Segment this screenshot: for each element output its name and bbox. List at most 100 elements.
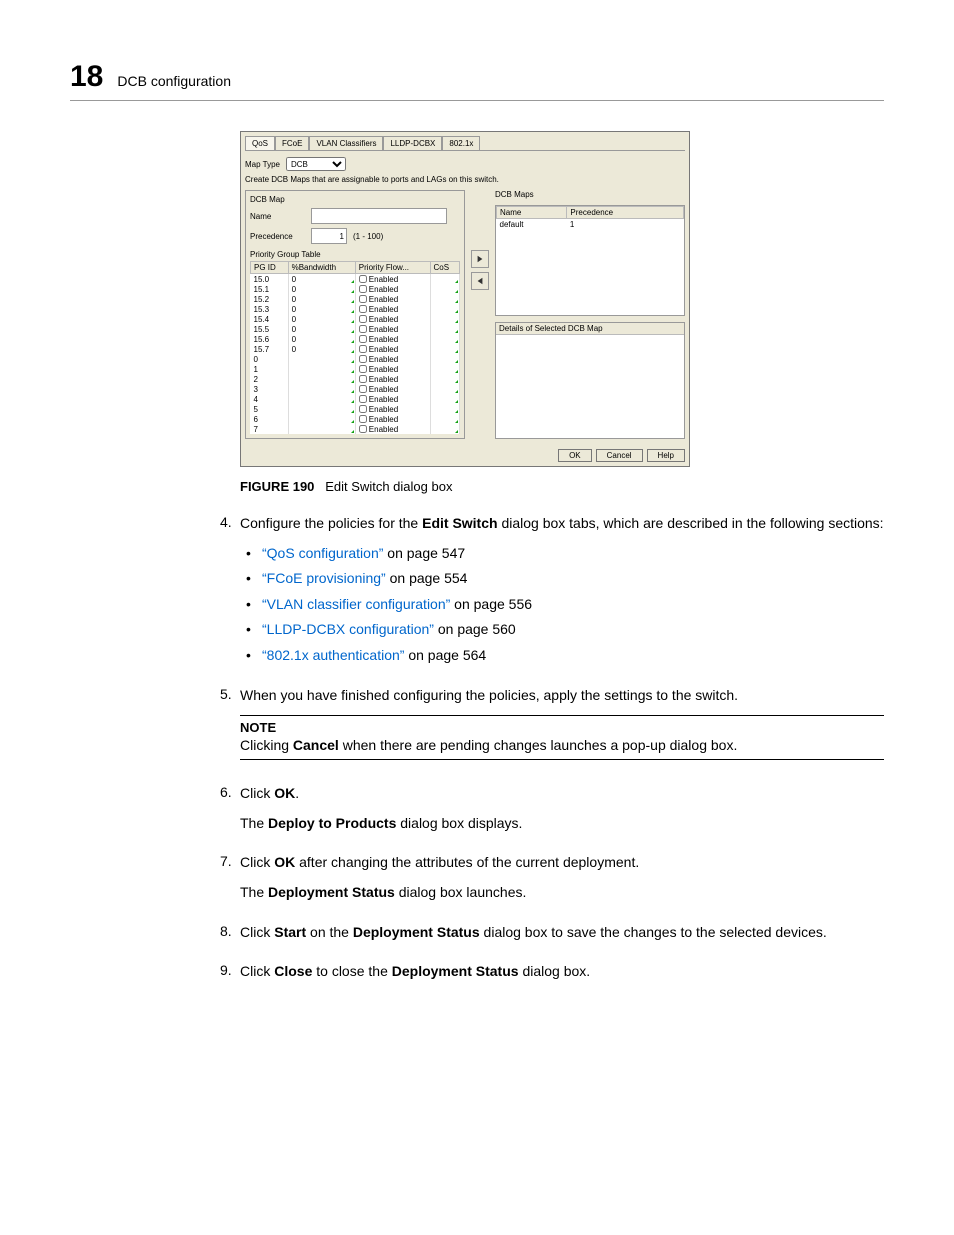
cell-priority-flow[interactable]: Enabled bbox=[355, 314, 430, 324]
cell-bandwidth[interactable] bbox=[288, 354, 355, 364]
ok-button[interactable]: OK bbox=[558, 449, 592, 462]
cell-bandwidth[interactable]: 0 bbox=[288, 294, 355, 304]
priority-flow-checkbox[interactable] bbox=[359, 385, 367, 393]
cross-reference-link[interactable]: “FCoE provisioning” bbox=[262, 570, 386, 586]
cell-cos[interactable] bbox=[430, 424, 459, 434]
precedence-input[interactable] bbox=[311, 228, 347, 244]
table-row[interactable]: 15.50Enabled bbox=[251, 324, 460, 334]
cell-cos[interactable] bbox=[430, 374, 459, 384]
priority-flow-checkbox[interactable] bbox=[359, 395, 367, 403]
cell-priority-flow[interactable]: Enabled bbox=[355, 324, 430, 334]
table-row[interactable]: 15.20Enabled bbox=[251, 294, 460, 304]
cell-bandwidth[interactable]: 0 bbox=[288, 324, 355, 334]
cancel-button[interactable]: Cancel bbox=[596, 449, 643, 462]
cell-priority-flow[interactable]: Enabled bbox=[355, 274, 430, 285]
cell-bandwidth[interactable] bbox=[288, 384, 355, 394]
priority-flow-checkbox[interactable] bbox=[359, 355, 367, 363]
cell-cos[interactable] bbox=[430, 354, 459, 364]
table-row[interactable]: 15.40Enabled bbox=[251, 314, 460, 324]
cell-cos[interactable] bbox=[430, 394, 459, 404]
cell-bandwidth[interactable]: 0 bbox=[288, 314, 355, 324]
table-row[interactable]: 2Enabled bbox=[251, 374, 460, 384]
table-row[interactable]: 7Enabled bbox=[251, 424, 460, 434]
cell-cos[interactable] bbox=[430, 324, 459, 334]
name-input[interactable] bbox=[311, 208, 447, 224]
cell-priority-flow[interactable]: Enabled bbox=[355, 394, 430, 404]
table-row[interactable]: 5Enabled bbox=[251, 404, 460, 414]
tab-qos[interactable]: QoS bbox=[245, 136, 275, 150]
cell-priority-flow[interactable]: Enabled bbox=[355, 334, 430, 344]
table-row[interactable]: 15.00Enabled bbox=[251, 274, 460, 285]
priority-flow-checkbox[interactable] bbox=[359, 365, 367, 373]
priority-flow-checkbox[interactable] bbox=[359, 405, 367, 413]
table-row[interactable]: 0Enabled bbox=[251, 354, 460, 364]
help-button[interactable]: Help bbox=[647, 449, 685, 462]
map-type-select[interactable]: DCB bbox=[286, 157, 346, 171]
col-priority-flow[interactable]: Priority Flow... bbox=[355, 262, 430, 274]
col-pgid[interactable]: PG ID bbox=[251, 262, 289, 274]
cell-bandwidth[interactable]: 0 bbox=[288, 304, 355, 314]
table-row[interactable]: 15.10Enabled bbox=[251, 284, 460, 294]
cell-priority-flow[interactable]: Enabled bbox=[355, 364, 430, 374]
priority-flow-checkbox[interactable] bbox=[359, 275, 367, 283]
cell-cos[interactable] bbox=[430, 274, 459, 285]
cell-priority-flow[interactable]: Enabled bbox=[355, 344, 430, 354]
priority-flow-checkbox[interactable] bbox=[359, 305, 367, 313]
priority-flow-checkbox[interactable] bbox=[359, 315, 367, 323]
tab-8021x[interactable]: 802.1x bbox=[442, 136, 480, 150]
cross-reference-link[interactable]: “LLDP-DCBX configuration” bbox=[262, 621, 434, 637]
cell-cos[interactable] bbox=[430, 314, 459, 324]
table-row[interactable]: default 1 bbox=[497, 219, 684, 230]
cell-cos[interactable] bbox=[430, 334, 459, 344]
cross-reference-link[interactable]: “QoS configuration” bbox=[262, 545, 383, 561]
table-row[interactable]: 15.60Enabled bbox=[251, 334, 460, 344]
move-right-button[interactable] bbox=[471, 250, 489, 268]
maps-col-precedence[interactable]: Precedence bbox=[567, 207, 684, 219]
cell-bandwidth[interactable]: 0 bbox=[288, 284, 355, 294]
cell-bandwidth[interactable] bbox=[288, 404, 355, 414]
cell-priority-flow[interactable]: Enabled bbox=[355, 384, 430, 394]
tab-vlan-classifiers[interactable]: VLAN Classifiers bbox=[309, 136, 383, 150]
priority-flow-checkbox[interactable] bbox=[359, 375, 367, 383]
tab-lldp-dcbx[interactable]: LLDP-DCBX bbox=[383, 136, 442, 150]
cell-bandwidth[interactable] bbox=[288, 364, 355, 374]
table-row[interactable]: 3Enabled bbox=[251, 384, 460, 394]
priority-flow-checkbox[interactable] bbox=[359, 425, 367, 433]
cell-cos[interactable] bbox=[430, 384, 459, 394]
cell-cos[interactable] bbox=[430, 364, 459, 374]
cell-cos[interactable] bbox=[430, 294, 459, 304]
cell-cos[interactable] bbox=[430, 304, 459, 314]
table-row[interactable]: 15.30Enabled bbox=[251, 304, 460, 314]
priority-flow-checkbox[interactable] bbox=[359, 345, 367, 353]
cell-priority-flow[interactable]: Enabled bbox=[355, 284, 430, 294]
cell-cos[interactable] bbox=[430, 414, 459, 424]
table-row[interactable]: 4Enabled bbox=[251, 394, 460, 404]
maps-col-name[interactable]: Name bbox=[497, 207, 567, 219]
cell-bandwidth[interactable] bbox=[288, 424, 355, 434]
cell-bandwidth[interactable]: 0 bbox=[288, 274, 355, 285]
table-row[interactable]: 15.70Enabled bbox=[251, 344, 460, 354]
priority-flow-checkbox[interactable] bbox=[359, 415, 367, 423]
move-left-button[interactable] bbox=[471, 272, 489, 290]
cell-priority-flow[interactable]: Enabled bbox=[355, 294, 430, 304]
cell-priority-flow[interactable]: Enabled bbox=[355, 354, 430, 364]
priority-flow-checkbox[interactable] bbox=[359, 295, 367, 303]
cell-priority-flow[interactable]: Enabled bbox=[355, 404, 430, 414]
table-row[interactable]: 6Enabled bbox=[251, 414, 460, 424]
cross-reference-link[interactable]: “802.1x authentication” bbox=[262, 647, 404, 663]
priority-flow-checkbox[interactable] bbox=[359, 335, 367, 343]
cell-bandwidth[interactable] bbox=[288, 374, 355, 384]
cell-cos[interactable] bbox=[430, 344, 459, 354]
cell-bandwidth[interactable]: 0 bbox=[288, 344, 355, 354]
cell-priority-flow[interactable]: Enabled bbox=[355, 414, 430, 424]
col-bandwidth[interactable]: %Bandwidth bbox=[288, 262, 355, 274]
tab-fcoe[interactable]: FCoE bbox=[275, 136, 309, 150]
cell-bandwidth[interactable]: 0 bbox=[288, 334, 355, 344]
cell-priority-flow[interactable]: Enabled bbox=[355, 424, 430, 434]
priority-flow-checkbox[interactable] bbox=[359, 285, 367, 293]
cell-priority-flow[interactable]: Enabled bbox=[355, 374, 430, 384]
cell-priority-flow[interactable]: Enabled bbox=[355, 304, 430, 314]
priority-flow-checkbox[interactable] bbox=[359, 325, 367, 333]
table-row[interactable]: 1Enabled bbox=[251, 364, 460, 374]
cell-cos[interactable] bbox=[430, 404, 459, 414]
